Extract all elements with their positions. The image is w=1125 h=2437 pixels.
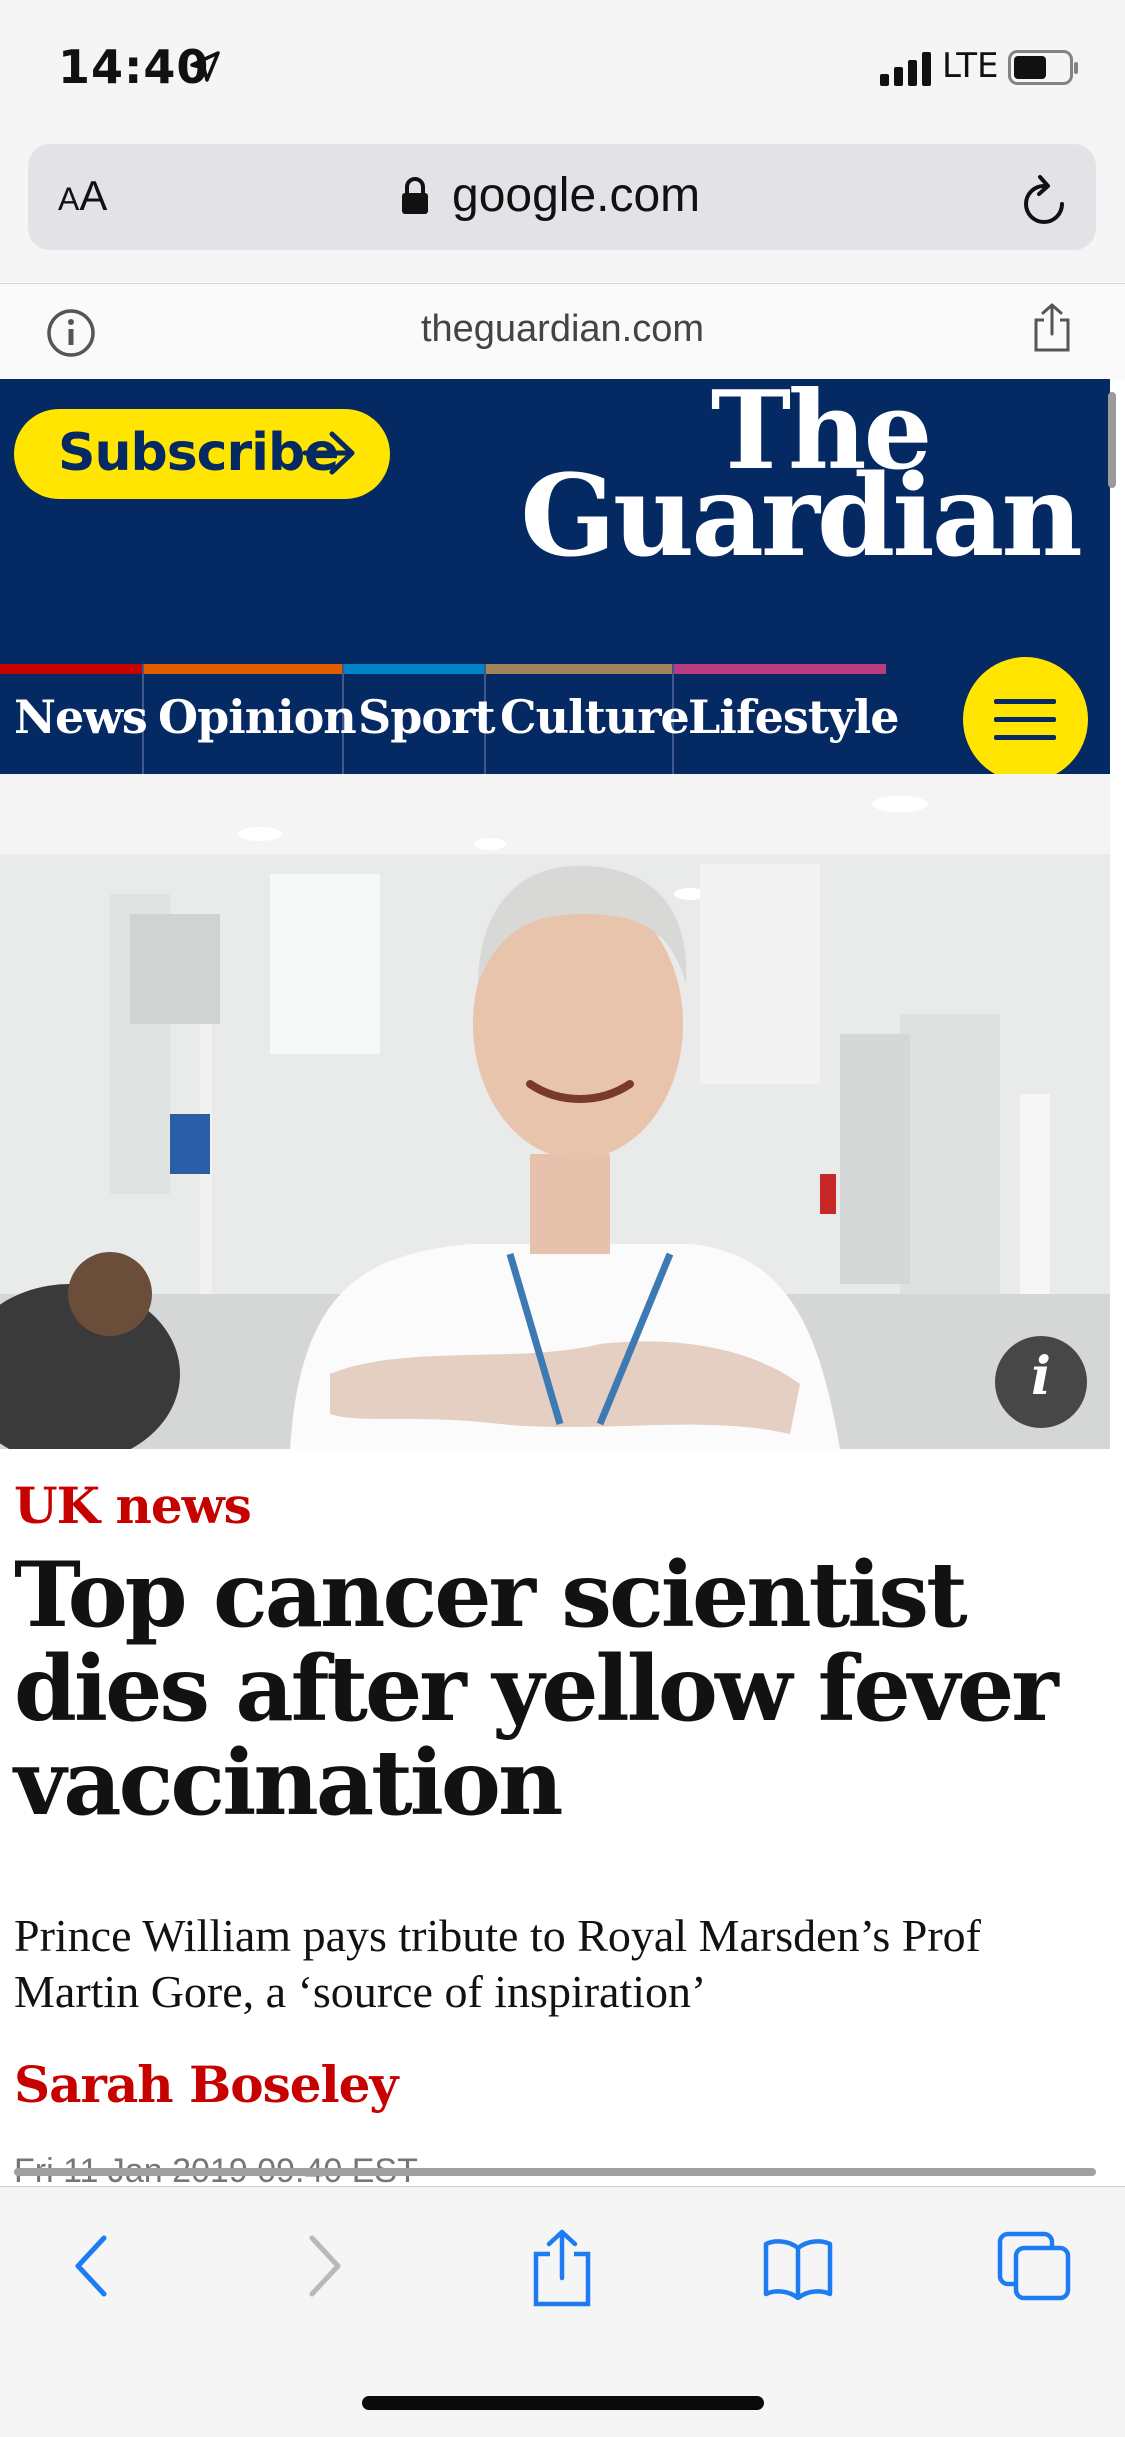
nav-opinion-label: Opinion: [158, 690, 357, 744]
nav-opinion-pillar: [144, 664, 342, 674]
nav-news[interactable]: News: [0, 664, 148, 774]
back-icon[interactable]: [70, 2228, 114, 2309]
nav-culture[interactable]: Culture: [486, 664, 690, 774]
location-arrow-icon: [188, 50, 222, 89]
logo-line-2: Guardian: [520, 451, 1083, 582]
signal-bars-icon: [880, 52, 936, 91]
network-label: LTE: [942, 46, 999, 86]
site-domain: theguardian.com: [420, 308, 705, 350]
nav-sport-pillar: [344, 664, 484, 674]
tabs-icon[interactable]: [996, 2230, 1072, 2307]
url-text[interactable]: google.com: [452, 168, 700, 223]
nav-culture-pillar: [486, 664, 672, 674]
nav-sport-label: Sport: [358, 690, 496, 744]
nav-sport[interactable]: Sport: [344, 664, 496, 774]
nav-news-pillar: [0, 664, 142, 674]
hero-image[interactable]: [0, 774, 1110, 1449]
guardian-logo[interactable]: The Guardian: [520, 377, 1083, 582]
info-icon[interactable]: i: [995, 1346, 1087, 1407]
nav-lifestyle-pillar: [674, 664, 886, 674]
reload-icon[interactable]: [1018, 174, 1070, 235]
bookmarks-icon[interactable]: [762, 2236, 834, 2305]
text-size-small: A: [58, 181, 80, 217]
info-icon[interactable]: [46, 308, 96, 363]
nav-lifestyle-label: Lifestyle: [688, 690, 899, 744]
arrow-right-icon: [302, 430, 358, 481]
page-load-progress-bar: [14, 2168, 1096, 2176]
nav-lifestyle[interactable]: Lifestyle: [674, 664, 899, 774]
article-standfirst: Prince William pays tribute to Royal Mar…: [14, 1910, 981, 2017]
section-label[interactable]: UK news: [14, 1476, 252, 1535]
share-icon[interactable]: [1030, 302, 1074, 359]
nav-news-label: News: [14, 690, 148, 744]
status-time: 14:40: [58, 40, 210, 94]
author-byline[interactable]: Sarah Boseley: [14, 2055, 398, 2114]
article-headline: Top cancer scientist dies after yellow f…: [14, 1542, 1059, 1836]
nav-opinion[interactable]: Opinion: [144, 664, 357, 774]
hamburger-menu-icon: [994, 697, 1056, 748]
subscribe-label[interactable]: Subscribe: [58, 423, 339, 483]
text-size-button[interactable]: AA: [58, 172, 107, 220]
scroll-indicator[interactable]: [1108, 392, 1116, 488]
forward-icon[interactable]: [302, 2228, 346, 2309]
lock-icon: [400, 176, 430, 221]
battery-icon: [1008, 50, 1080, 91]
share-icon[interactable]: [530, 2228, 594, 2313]
nav-culture-label: Culture: [500, 690, 690, 744]
home-indicator[interactable]: [362, 2396, 764, 2410]
text-size-large: A: [79, 172, 108, 219]
